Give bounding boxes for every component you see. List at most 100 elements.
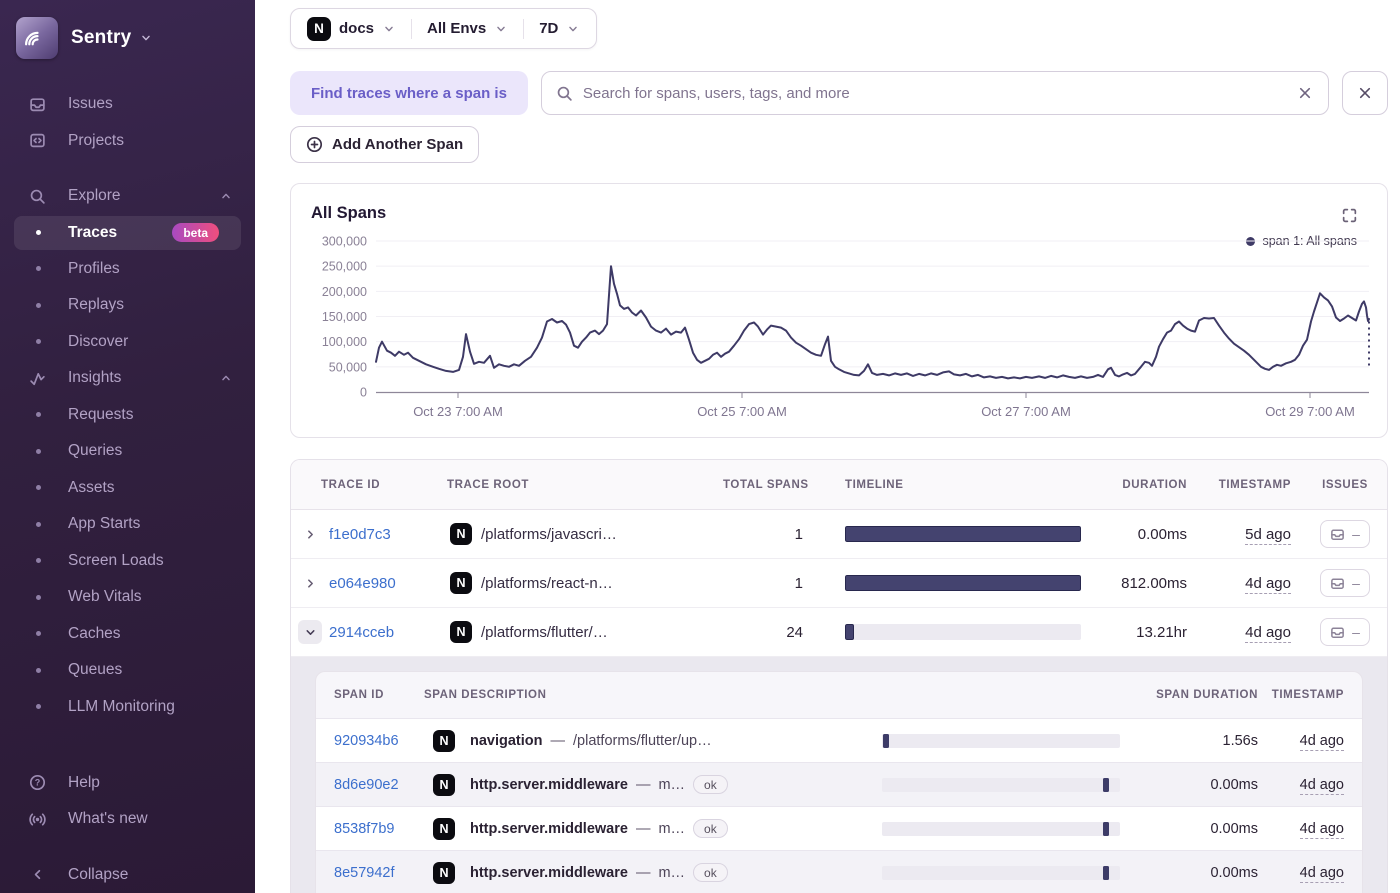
span-timeline-bar[interactable]	[882, 777, 1120, 792]
sidebar-item-replays[interactable]: Replays	[0, 287, 255, 324]
bullet-icon	[36, 266, 41, 272]
sidebar-item-discover[interactable]: Discover	[0, 324, 255, 361]
sidebar-item-label: Discover	[68, 332, 129, 350]
span-timestamp[interactable]: 4d ago	[1299, 732, 1344, 751]
close-icon	[1356, 84, 1374, 102]
col-span-id: SPAN ID	[334, 689, 384, 701]
col-total-spans: TOTAL SPANS	[723, 478, 809, 491]
sidebar-item-llm-monitoring[interactable]: LLM Monitoring	[0, 689, 255, 726]
trace-row[interactable]: e064e980 N /platforms/react-n… 1 812.00m…	[291, 559, 1387, 608]
sidebar-item-profiles[interactable]: Profiles	[0, 251, 255, 288]
sidebar-item-assets[interactable]: Assets	[0, 470, 255, 507]
trace-id-link[interactable]: f1e0d7c3	[329, 526, 391, 543]
issues-button[interactable]: –	[1320, 618, 1370, 646]
sidebar-item-label: Projects	[68, 131, 124, 149]
trace-row[interactable]: 2914cceb N /platforms/flutter/… 24 13.21…	[291, 608, 1387, 657]
timeline-bar[interactable]	[845, 575, 1081, 591]
x-axis-label: Oct 29 7:00 AM	[1265, 404, 1355, 419]
span-id-link[interactable]: 8538f7b9	[334, 821, 394, 837]
trace-id-link[interactable]: e064e980	[329, 575, 396, 592]
sidebar-section-explore[interactable]: Explore	[0, 178, 255, 215]
org-name: Sentry	[71, 27, 132, 48]
issues-button[interactable]: –	[1320, 520, 1370, 548]
span-row[interactable]: 920934b6 N navigation —/platforms/flutter…	[316, 718, 1362, 762]
span-duration: 0.00ms	[1210, 776, 1258, 793]
span-row[interactable]: 8538f7b9 N http.server.middleware — m… ok …	[316, 806, 1362, 850]
sidebar-item-queries[interactable]: Queries	[0, 433, 255, 470]
x-axis-label: Oct 23 7:00 AM	[413, 404, 503, 419]
trace-timestamp[interactable]: 4d ago	[1245, 574, 1291, 594]
sidebar-collapse-button[interactable]: Collapse	[0, 857, 255, 893]
span-timestamp[interactable]: 4d ago	[1299, 820, 1344, 839]
date-range-selector[interactable]: 7D	[539, 20, 580, 37]
org-switcher[interactable]: Sentry	[0, 0, 255, 62]
x-axis-label: Oct 27 7:00 AM	[981, 404, 1071, 419]
add-another-span-button[interactable]: Add Another Span	[290, 126, 480, 163]
sidebar-item-what-s-new[interactable]: What's new	[0, 801, 255, 838]
sidebar-item-requests[interactable]: Requests	[0, 397, 255, 434]
chevron-down-icon	[382, 22, 396, 36]
sidebar-item-app-starts[interactable]: App Starts	[0, 506, 255, 543]
span-description: http.server.middleware — m… ok	[464, 863, 882, 882]
sidebar-section-label: Insights	[68, 369, 122, 387]
trace-timestamp[interactable]: 5d ago	[1245, 525, 1291, 545]
sidebar-section-label: Explore	[68, 187, 121, 205]
nextjs-project-icon: N	[433, 817, 455, 840]
sidebar-item-queues[interactable]: Queues	[0, 652, 255, 689]
span-timeline-bar[interactable]	[882, 865, 1120, 880]
folder-code-icon	[28, 132, 46, 149]
span-row[interactable]: 8d6e90e2 N http.server.middleware — m… ok …	[316, 762, 1362, 806]
trace-row[interactable]: f1e0d7c3 N /platforms/javascri… 1 0.00ms…	[291, 510, 1387, 559]
span-row[interactable]: 8e57942f N http.server.middleware — m… ok …	[316, 850, 1362, 893]
trace-id-link[interactable]: 2914cceb	[329, 624, 394, 641]
environment-selector[interactable]: All Envs	[427, 20, 508, 37]
filterbar-divider	[411, 18, 413, 39]
trace-timestamp[interactable]: 4d ago	[1245, 623, 1291, 643]
span-id-link[interactable]: 920934b6	[334, 733, 399, 749]
remove-span-query-button[interactable]	[1342, 71, 1388, 115]
sidebar-section-insights[interactable]: Insights	[0, 360, 255, 397]
trace-duration: 0.00ms	[1137, 525, 1187, 543]
timeline-bar[interactable]	[845, 526, 1081, 542]
y-axis-label: 50,000	[329, 360, 367, 374]
span-timeline-bar[interactable]	[882, 821, 1120, 836]
sidebar-item-issues[interactable]: Issues	[0, 86, 255, 123]
trace-span-expansion: SPAN ID SPAN DESCRIPTION SPAN DURATION T…	[291, 657, 1387, 893]
sidebar-item-screen-loads[interactable]: Screen Loads	[0, 543, 255, 580]
sidebar-item-caches[interactable]: Caches	[0, 616, 255, 653]
nextjs-project-icon: N	[433, 861, 455, 884]
sidebar-item-traces[interactable]: Traces beta	[14, 215, 241, 250]
clear-search-icon[interactable]	[1296, 84, 1314, 102]
col-span-description: SPAN DESCRIPTION	[424, 689, 547, 701]
trace-root: /platforms/react-n…	[481, 574, 613, 592]
span-id-link[interactable]: 8e57942f	[334, 865, 394, 881]
main-content: N docs All Envs 7D Find traces where a s…	[255, 0, 1400, 893]
broadcast-icon	[28, 811, 46, 828]
add-another-span-label: Add Another Span	[332, 136, 464, 153]
expand-row-button[interactable]	[298, 522, 322, 546]
sidebar-item-label: Requests	[68, 405, 134, 423]
bullet-icon	[36, 485, 41, 491]
sidebar-item-help[interactable]: ? Help	[0, 765, 255, 802]
issues-button[interactable]: –	[1320, 569, 1370, 597]
collapse-row-button[interactable]	[298, 620, 322, 644]
span-search-input[interactable]	[582, 84, 1286, 102]
sidebar-item-label: Assets	[68, 478, 115, 496]
span-timestamp[interactable]: 4d ago	[1299, 864, 1344, 883]
project-selector[interactable]: N docs	[307, 16, 396, 41]
span-id-link[interactable]: 8d6e90e2	[334, 777, 399, 793]
search-icon	[556, 85, 573, 102]
sidebar-item-label: Caches	[68, 624, 121, 642]
expand-row-button[interactable]	[298, 571, 322, 595]
all-spans-chart-panel: All Spans span 1: All spans 300,000 250,0…	[290, 183, 1388, 438]
nextjs-project-icon: N	[307, 16, 331, 41]
span-timeline-bar[interactable]	[882, 733, 1120, 748]
bullet-icon	[36, 339, 41, 345]
span-timestamp[interactable]: 4d ago	[1299, 776, 1344, 795]
all-spans-chart[interactable]: 300,000 250,000 200,000 150,000 100,000 50,00…	[291, 184, 1387, 437]
sidebar-item-web-vitals[interactable]: Web Vitals	[0, 579, 255, 616]
timeline-bar[interactable]	[845, 624, 1081, 640]
sidebar-item-projects[interactable]: Projects	[0, 123, 255, 160]
nextjs-project-icon: N	[450, 572, 472, 594]
nextjs-project-icon: N	[433, 729, 455, 752]
